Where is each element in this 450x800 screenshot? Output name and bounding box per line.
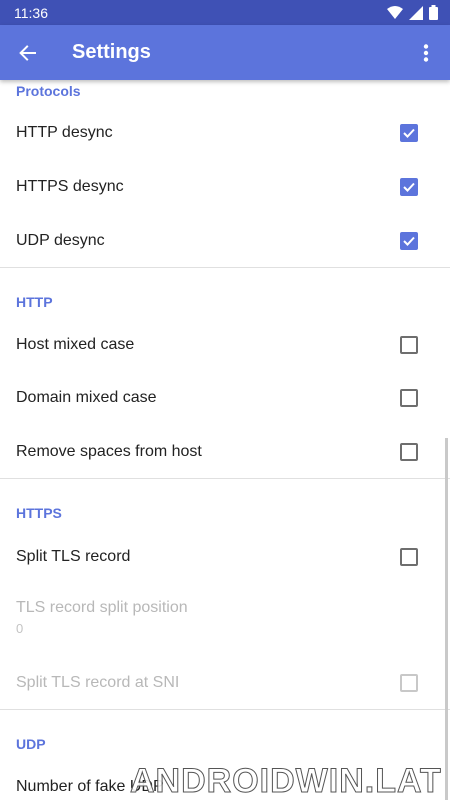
checkbox-unchecked[interactable]: [400, 389, 418, 407]
checkbox-checked[interactable]: [400, 178, 418, 196]
back-button[interactable]: [0, 25, 56, 80]
section-header-protocols: Protocols: [16, 83, 81, 99]
checkbox-unchecked[interactable]: [400, 548, 418, 566]
check-icon: [403, 128, 415, 138]
status-icons: [387, 5, 438, 20]
checkbox-checked[interactable]: [400, 232, 418, 250]
wifi-icon: [387, 5, 403, 19]
page-title: Settings: [72, 41, 151, 63]
pref-https-desync[interactable]: HTTPS desync: [0, 160, 450, 214]
pref-label: Remove spaces from host: [16, 443, 202, 460]
signal-icon: [409, 5, 423, 20]
check-icon: [403, 236, 415, 246]
overflow-menu-button[interactable]: [402, 25, 450, 80]
pref-label: Domain mixed case: [16, 389, 157, 406]
pref-label: TLS record split position: [16, 598, 188, 616]
section-header-http: HTTP: [16, 294, 53, 310]
section-header-udp: UDP: [16, 736, 46, 752]
pref-split-tls-record[interactable]: Split TLS record: [0, 530, 450, 584]
pref-tls-record-split-position: TLS record split position 0: [0, 592, 450, 642]
checkbox-unchecked[interactable]: [400, 336, 418, 354]
section-header-https: HTTPS: [16, 505, 62, 521]
scrollbar[interactable]: [445, 438, 448, 800]
divider: [0, 478, 450, 479]
pref-label: Split TLS record: [16, 548, 131, 565]
pref-label: HTTP desync: [16, 124, 113, 141]
pref-udp-desync[interactable]: UDP desync: [0, 214, 450, 268]
pref-label: Split TLS record at SNI: [16, 674, 180, 691]
pref-http-desync[interactable]: HTTP desync: [0, 106, 450, 160]
checkbox-unchecked[interactable]: [400, 443, 418, 461]
status-bar: 11:36: [0, 0, 450, 25]
pref-label: Host mixed case: [16, 336, 135, 353]
pref-host-mixed-case[interactable]: Host mixed case: [0, 318, 450, 372]
divider: [0, 709, 450, 710]
pref-remove-spaces-from-host[interactable]: Remove spaces from host: [0, 425, 450, 479]
checkbox-checked[interactable]: [400, 124, 418, 142]
pref-split-tls-record-at-sni: Split TLS record at SNI: [0, 656, 450, 710]
status-time: 11:36: [14, 4, 48, 21]
divider: [0, 267, 450, 268]
pref-domain-mixed-case[interactable]: Domain mixed case: [0, 371, 450, 425]
settings-list[interactable]: Protocols HTTP desync HTTPS desync UDP d…: [0, 80, 450, 800]
battery-icon: [429, 5, 438, 20]
app-bar: Settings: [0, 25, 450, 80]
pref-summary: 0: [16, 620, 24, 636]
arrow-back-icon: [19, 44, 36, 61]
pref-label: UDP desync: [16, 232, 105, 249]
more-vert-icon: [423, 43, 429, 62]
pref-label: HTTPS desync: [16, 178, 124, 195]
checkbox-disabled: [400, 674, 418, 692]
watermark: ANDROIDWIN.LAT: [130, 762, 442, 800]
check-icon: [403, 182, 415, 192]
